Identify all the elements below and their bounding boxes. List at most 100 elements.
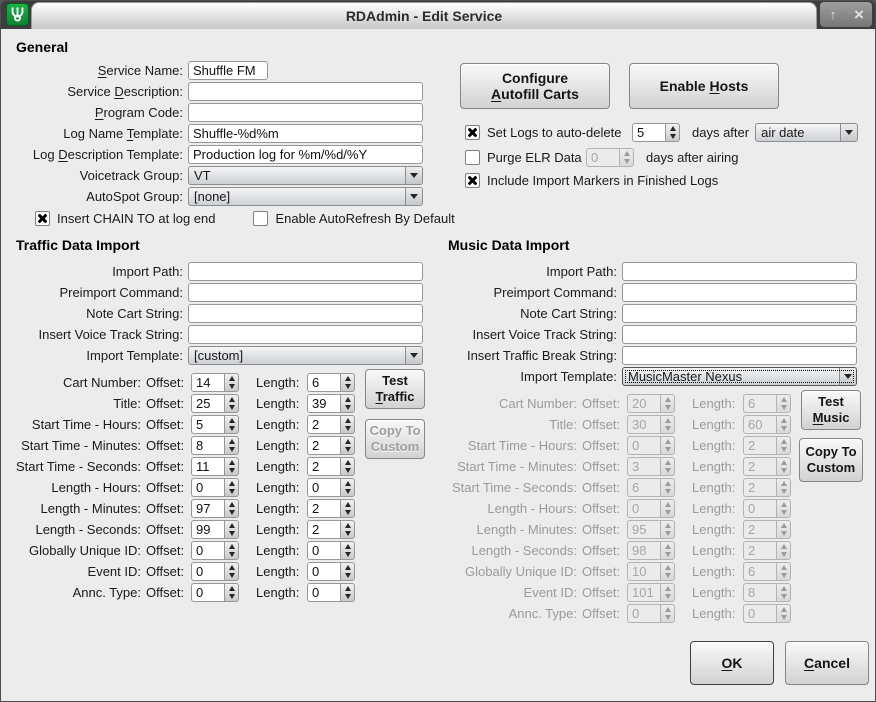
offset-input[interactable] — [191, 562, 224, 581]
spin-up-icon[interactable] — [225, 416, 238, 425]
spin-arrows[interactable] — [224, 394, 239, 413]
offset-input[interactable] — [191, 499, 224, 518]
purge-elr-checkbox[interactable] — [465, 150, 480, 165]
spin-arrows[interactable] — [224, 415, 239, 434]
traffic-note-cart-string-input[interactable] — [188, 304, 423, 323]
music-preimport-command-input[interactable] — [622, 283, 857, 302]
traffic-annc-type-length-spinbox[interactable] — [307, 583, 355, 602]
traffic-globally-unique-id-offset-spinbox[interactable] — [191, 541, 239, 560]
spin-up-icon[interactable] — [341, 458, 354, 467]
spin-up-icon[interactable] — [225, 458, 238, 467]
service-description-input[interactable] — [188, 82, 423, 101]
traffic-start-time-minutes-offset-spinbox[interactable] — [191, 436, 239, 455]
spin-down-icon[interactable] — [341, 488, 354, 497]
offset-input[interactable] — [191, 520, 224, 539]
service-name-input[interactable] — [188, 61, 268, 80]
traffic-annc-type-offset-spinbox[interactable] — [191, 583, 239, 602]
close-window-icon[interactable]: × — [846, 2, 872, 27]
spin-up-icon[interactable] — [341, 395, 354, 404]
length-input[interactable] — [307, 478, 340, 497]
spin-arrows[interactable] — [224, 457, 239, 476]
spin-up-icon[interactable] — [225, 500, 238, 509]
spin-down-icon[interactable] — [341, 425, 354, 434]
spin-down-icon[interactable] — [225, 530, 238, 539]
spin-arrows[interactable] — [224, 499, 239, 518]
spin-arrows[interactable] — [340, 583, 355, 602]
program-code-input[interactable] — [188, 103, 423, 122]
test-traffic-button[interactable]: Test Traffic — [365, 369, 425, 409]
length-input[interactable] — [307, 499, 340, 518]
test-music-button[interactable]: Test Music — [801, 390, 861, 430]
spin-down-icon[interactable] — [341, 446, 354, 455]
shade-window-icon[interactable]: ↑ — [820, 2, 846, 27]
spin-up-icon[interactable] — [341, 584, 354, 593]
traffic-length-minutes-offset-spinbox[interactable] — [191, 499, 239, 518]
spin-arrows[interactable] — [665, 123, 680, 142]
offset-input[interactable] — [191, 436, 224, 455]
titlebar[interactable]: RDAdmin - Edit Service ↑ × — [1, 1, 875, 29]
spin-up-icon[interactable] — [225, 395, 238, 404]
spin-up-icon[interactable] — [341, 416, 354, 425]
spin-up-icon[interactable] — [341, 500, 354, 509]
spin-up-icon[interactable] — [666, 124, 679, 133]
spin-up-icon[interactable] — [225, 437, 238, 446]
spin-up-icon[interactable] — [225, 542, 238, 551]
spin-arrows[interactable] — [340, 373, 355, 392]
spin-up-icon[interactable] — [225, 521, 238, 530]
spin-down-icon[interactable] — [225, 488, 238, 497]
spin-down-icon[interactable] — [341, 404, 354, 413]
spin-up-icon[interactable] — [225, 563, 238, 572]
spin-down-icon[interactable] — [341, 572, 354, 581]
length-input[interactable] — [307, 457, 340, 476]
offset-input[interactable] — [191, 478, 224, 497]
spin-down-icon[interactable] — [341, 383, 354, 392]
traffic-start-time-minutes-length-spinbox[interactable] — [307, 436, 355, 455]
spin-down-icon[interactable] — [225, 467, 238, 476]
log-name-template-input[interactable] — [188, 124, 423, 143]
traffic-preimport-command-input[interactable] — [188, 283, 423, 302]
traffic-globally-unique-id-length-spinbox[interactable] — [307, 541, 355, 560]
voicetrack-group-select[interactable]: VT — [188, 166, 423, 185]
traffic-start-time-hours-length-spinbox[interactable] — [307, 415, 355, 434]
spin-arrows[interactable] — [224, 478, 239, 497]
spin-down-icon[interactable] — [341, 467, 354, 476]
traffic-event-id-offset-spinbox[interactable] — [191, 562, 239, 581]
spin-down-icon[interactable] — [225, 572, 238, 581]
spin-arrows[interactable] — [340, 415, 355, 434]
traffic-cart-number-length-spinbox[interactable] — [307, 373, 355, 392]
length-input[interactable] — [307, 541, 340, 560]
auto-delete-days-spinbox[interactable] — [632, 123, 680, 142]
spin-arrows[interactable] — [224, 373, 239, 392]
spin-arrows[interactable] — [340, 478, 355, 497]
spin-down-icon[interactable] — [225, 404, 238, 413]
spin-up-icon[interactable] — [341, 437, 354, 446]
spin-up-icon[interactable] — [341, 542, 354, 551]
music-copy-to-custom-button[interactable]: Copy To Custom — [799, 438, 863, 482]
cancel-button[interactable]: Cancel — [785, 641, 869, 685]
traffic-insert-voice-track-string-input[interactable] — [188, 325, 423, 344]
configure-autofill-carts-button[interactable]: Configure Autofill Carts — [460, 63, 610, 109]
traffic-import-template-select[interactable]: [custom] — [188, 346, 423, 365]
spin-up-icon[interactable] — [341, 563, 354, 572]
music-insert-voice-track-string-input[interactable] — [622, 325, 857, 344]
insert-chain-checkbox[interactable] — [35, 211, 50, 226]
spin-down-icon[interactable] — [341, 551, 354, 560]
offset-input[interactable] — [191, 541, 224, 560]
spin-up-icon[interactable] — [341, 521, 354, 530]
spin-down-icon[interactable] — [225, 383, 238, 392]
traffic-length-minutes-length-spinbox[interactable] — [307, 499, 355, 518]
offset-input[interactable] — [191, 415, 224, 434]
spin-up-icon[interactable] — [341, 374, 354, 383]
auto-delete-unit-select[interactable]: air date — [755, 123, 858, 142]
length-input[interactable] — [307, 373, 340, 392]
spin-arrows[interactable] — [224, 541, 239, 560]
spin-arrows[interactable] — [340, 436, 355, 455]
traffic-title-offset-spinbox[interactable] — [191, 394, 239, 413]
traffic-event-id-length-spinbox[interactable] — [307, 562, 355, 581]
length-input[interactable] — [307, 562, 340, 581]
traffic-length-seconds-offset-spinbox[interactable] — [191, 520, 239, 539]
spin-down-icon[interactable] — [225, 425, 238, 434]
spin-arrows[interactable] — [224, 520, 239, 539]
spin-arrows[interactable] — [224, 562, 239, 581]
spin-down-icon[interactable] — [341, 593, 354, 602]
